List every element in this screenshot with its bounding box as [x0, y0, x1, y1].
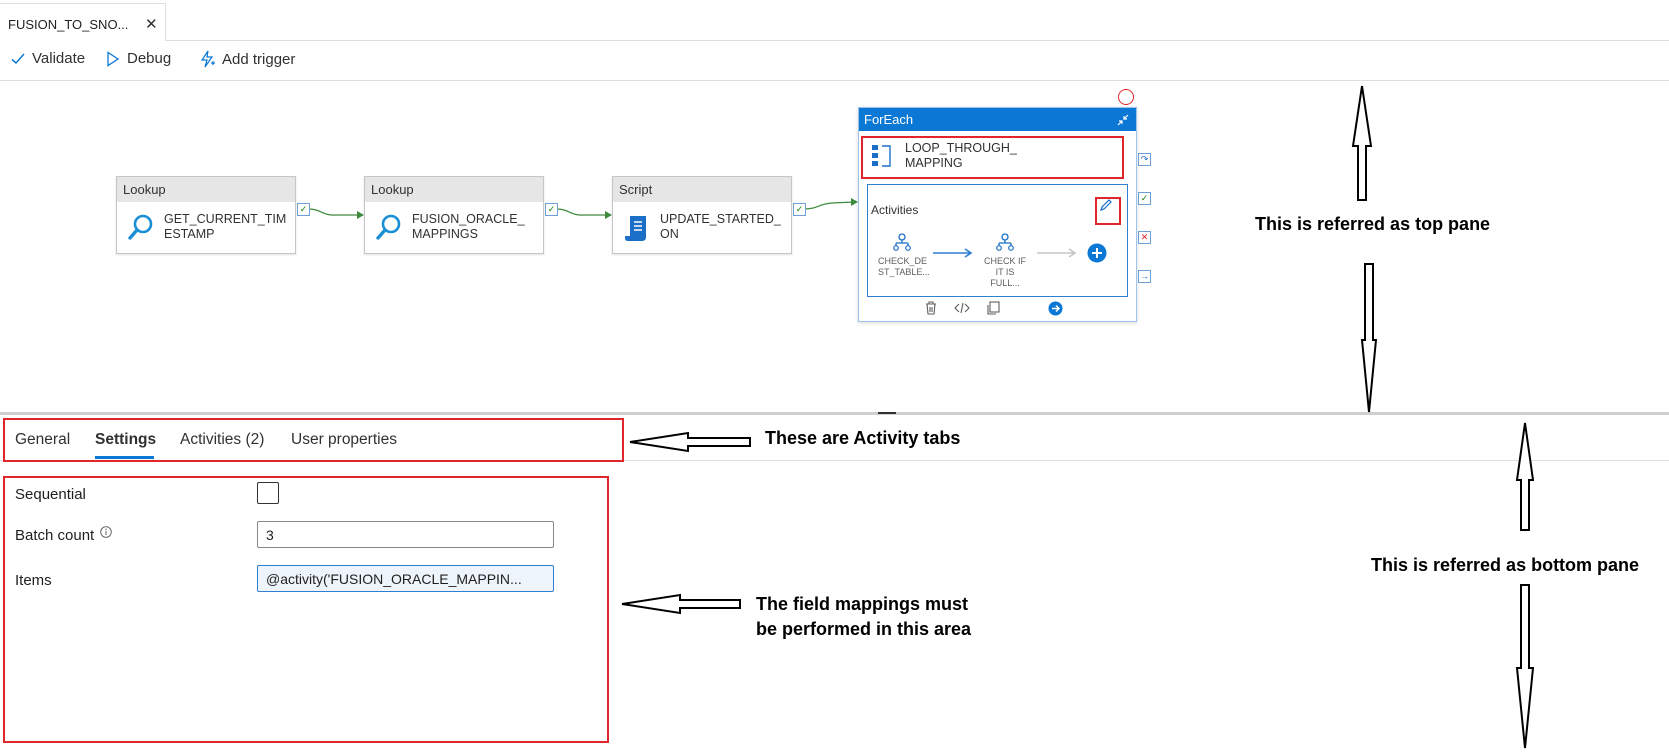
top-pane-annotation: This is referred as top pane [1255, 214, 1491, 234]
field-mappings-annotation: The field mappings must be performed in … [756, 592, 971, 642]
bottom-pane-annotation: This is referred as bottom pane [1371, 555, 1640, 575]
field-mappings-line1: The field mappings must [756, 594, 969, 614]
field-mappings-line2: be performed in this area [756, 619, 972, 639]
activity-tabs-annotation: These are Activity tabs [765, 428, 961, 448]
